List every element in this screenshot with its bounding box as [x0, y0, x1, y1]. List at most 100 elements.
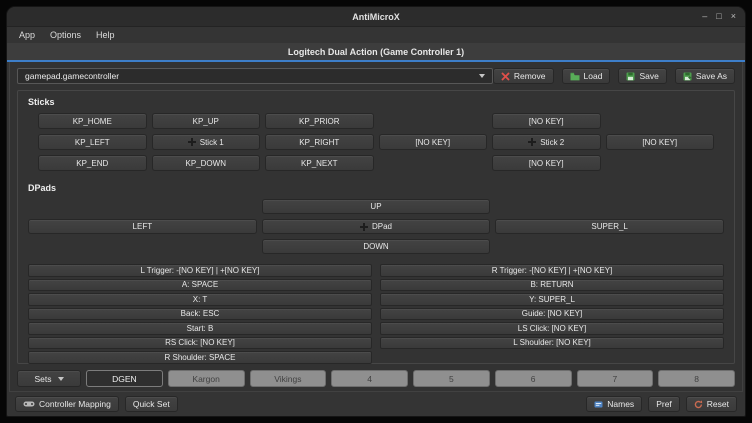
ls-click-button[interactable]: LS Click: [NO KEY] [380, 322, 724, 335]
stick1-upright-label: KP_PRIOR [299, 117, 339, 126]
l-trigger-button[interactable]: L Trigger: -[NO KEY] | +[NO KEY] [28, 264, 372, 277]
dpad-name-label: DPad [372, 222, 392, 231]
r-trigger-label: R Trigger: -[NO KEY] | +[NO KEY] [492, 266, 613, 275]
button-column-right: R Trigger: -[NO KEY] | +[NO KEY] B: RETU… [380, 264, 724, 364]
pref-label: Pref [656, 399, 672, 409]
stick1-downright-button[interactable]: KP_NEXT [265, 155, 374, 171]
set-button-7[interactable]: 7 [577, 370, 654, 387]
set-button-1[interactable]: DGEN [86, 370, 163, 387]
stick2-right-button[interactable]: [NO KEY] [606, 134, 715, 150]
dpad-down-label: DOWN [363, 242, 388, 251]
rs-click-button[interactable]: RS Click: [NO KEY] [28, 337, 372, 350]
reset-label: Reset [707, 399, 729, 409]
dpad-down-button[interactable]: DOWN [262, 239, 491, 254]
save-as-button[interactable]: Save As [675, 68, 735, 84]
load-button[interactable]: Load [562, 68, 611, 84]
tab-controller-label: Logitech Dual Action (Game Controller 1) [288, 47, 464, 57]
a-button[interactable]: A: SPACE [28, 279, 372, 292]
stick1-upleft-button[interactable]: KP_HOME [38, 113, 147, 129]
set-button-2[interactable]: Kargon [168, 370, 245, 387]
save-as-button-label: Save As [696, 71, 727, 81]
set-4-label: 4 [367, 374, 372, 384]
stick1-down-button[interactable]: KP_DOWN [152, 155, 261, 171]
b-button[interactable]: B: RETURN [380, 279, 724, 292]
minimize-button[interactable]: – [702, 12, 707, 21]
l-shoulder-button[interactable]: L Shoulder: [NO KEY] [380, 337, 724, 350]
start-button[interactable]: Start: B [28, 322, 372, 335]
stick2-down-button[interactable]: [NO KEY] [492, 155, 601, 171]
ls-click-label: LS Click: [NO KEY] [518, 324, 586, 333]
stick1-upleft-label: KP_HOME [73, 117, 112, 126]
stick1-name-label: Stick 1 [200, 138, 224, 147]
stick2-left-button[interactable]: [NO KEY] [379, 134, 488, 150]
remove-button[interactable]: Remove [493, 68, 554, 84]
dpad-right-label: SUPER_L [591, 222, 627, 231]
button-assignments: L Trigger: -[NO KEY] | +[NO KEY] A: SPAC… [28, 264, 724, 364]
dpad-left-button[interactable]: LEFT [28, 219, 257, 234]
set-3-label: Vikings [274, 374, 301, 384]
names-icon [594, 400, 603, 409]
titlebar[interactable]: AntiMicroX – □ × [7, 7, 745, 27]
back-button-label: Back: ESC [181, 309, 220, 318]
profile-combobox[interactable]: gamepad.gamecontroller [17, 68, 493, 84]
pref-button[interactable]: Pref [648, 396, 680, 412]
sets-dropdown-button[interactable]: Sets [17, 370, 81, 387]
save-icon [626, 72, 635, 81]
stick2-joystick-icon [528, 138, 536, 146]
set-button-5[interactable]: 5 [413, 370, 490, 387]
set-button-3[interactable]: Vikings [250, 370, 327, 387]
r-trigger-button[interactable]: R Trigger: -[NO KEY] | +[NO KEY] [380, 264, 724, 277]
quick-set-label: Quick Set [133, 399, 170, 409]
r-shoulder-button[interactable]: R Shoulder: SPACE [28, 351, 372, 364]
profile-combobox-value: gamepad.gamecontroller [25, 71, 119, 81]
dpad-center-button[interactable]: DPad [262, 219, 491, 234]
r-shoulder-label: R Shoulder: SPACE [165, 353, 236, 362]
names-button[interactable]: Names [586, 396, 642, 412]
stick1-center-button[interactable]: Stick 1 [152, 134, 261, 150]
window-title: AntiMicroX [352, 12, 400, 22]
set-button-8[interactable]: 8 [658, 370, 735, 387]
combobox-dropdown-icon [479, 74, 485, 78]
stick2-left-label: [NO KEY] [415, 138, 450, 147]
reset-button[interactable]: Reset [686, 396, 737, 412]
set-1-label: DGEN [112, 374, 137, 384]
controller-mapping-button[interactable]: Controller Mapping [15, 396, 119, 412]
dpad-right-button[interactable]: SUPER_L [495, 219, 724, 234]
rs-click-label: RS Click: [NO KEY] [165, 338, 235, 347]
stick1-right-label: KP_RIGHT [299, 138, 339, 147]
stick1-left-button[interactable]: KP_LEFT [38, 134, 147, 150]
dpads-section-label: DPads [28, 183, 724, 193]
dpad-joystick-icon [360, 223, 368, 231]
stick1-left-label: KP_LEFT [75, 138, 110, 147]
mapping-frame: Sticks KP_HOME KP_UP KP_PRIOR [NO KEY] K… [17, 90, 735, 364]
stick1-right-button[interactable]: KP_RIGHT [265, 134, 374, 150]
set-button-6[interactable]: 6 [495, 370, 572, 387]
dpad-up-button[interactable]: UP [262, 199, 491, 214]
stick1-down-label: KP_DOWN [186, 159, 226, 168]
load-icon [570, 72, 580, 81]
x-button[interactable]: X: T [28, 293, 372, 306]
l-shoulder-label: L Shoulder: [NO KEY] [513, 338, 591, 347]
stick1-upright-button[interactable]: KP_PRIOR [265, 113, 374, 129]
stick2-up-button[interactable]: [NO KEY] [492, 113, 601, 129]
sets-row: Sets DGEN Kargon Vikings 4 5 6 7 8 [17, 370, 735, 387]
stick2-center-button[interactable]: Stick 2 [492, 134, 601, 150]
close-button[interactable]: × [731, 12, 736, 21]
stick1-up-button[interactable]: KP_UP [152, 113, 261, 129]
quick-set-button[interactable]: Quick Set [125, 396, 178, 412]
menu-app[interactable]: App [12, 29, 42, 41]
back-button[interactable]: Back: ESC [28, 308, 372, 321]
stick2-name-label: Stick 2 [540, 138, 564, 147]
maximize-button[interactable]: □ [716, 12, 721, 21]
menu-help[interactable]: Help [89, 29, 122, 41]
stick1-up-label: KP_UP [193, 117, 219, 126]
set-7-label: 7 [613, 374, 618, 384]
guide-button[interactable]: Guide: [NO KEY] [380, 308, 724, 321]
save-button[interactable]: Save [618, 68, 666, 84]
tab-controller[interactable]: Logitech Dual Action (Game Controller 1) [7, 43, 745, 62]
stick1-downleft-button[interactable]: KP_END [38, 155, 147, 171]
sets-dropdown-icon [58, 377, 64, 381]
set-button-4[interactable]: 4 [331, 370, 408, 387]
menu-options[interactable]: Options [43, 29, 88, 41]
y-button[interactable]: Y: SUPER_L [380, 293, 724, 306]
